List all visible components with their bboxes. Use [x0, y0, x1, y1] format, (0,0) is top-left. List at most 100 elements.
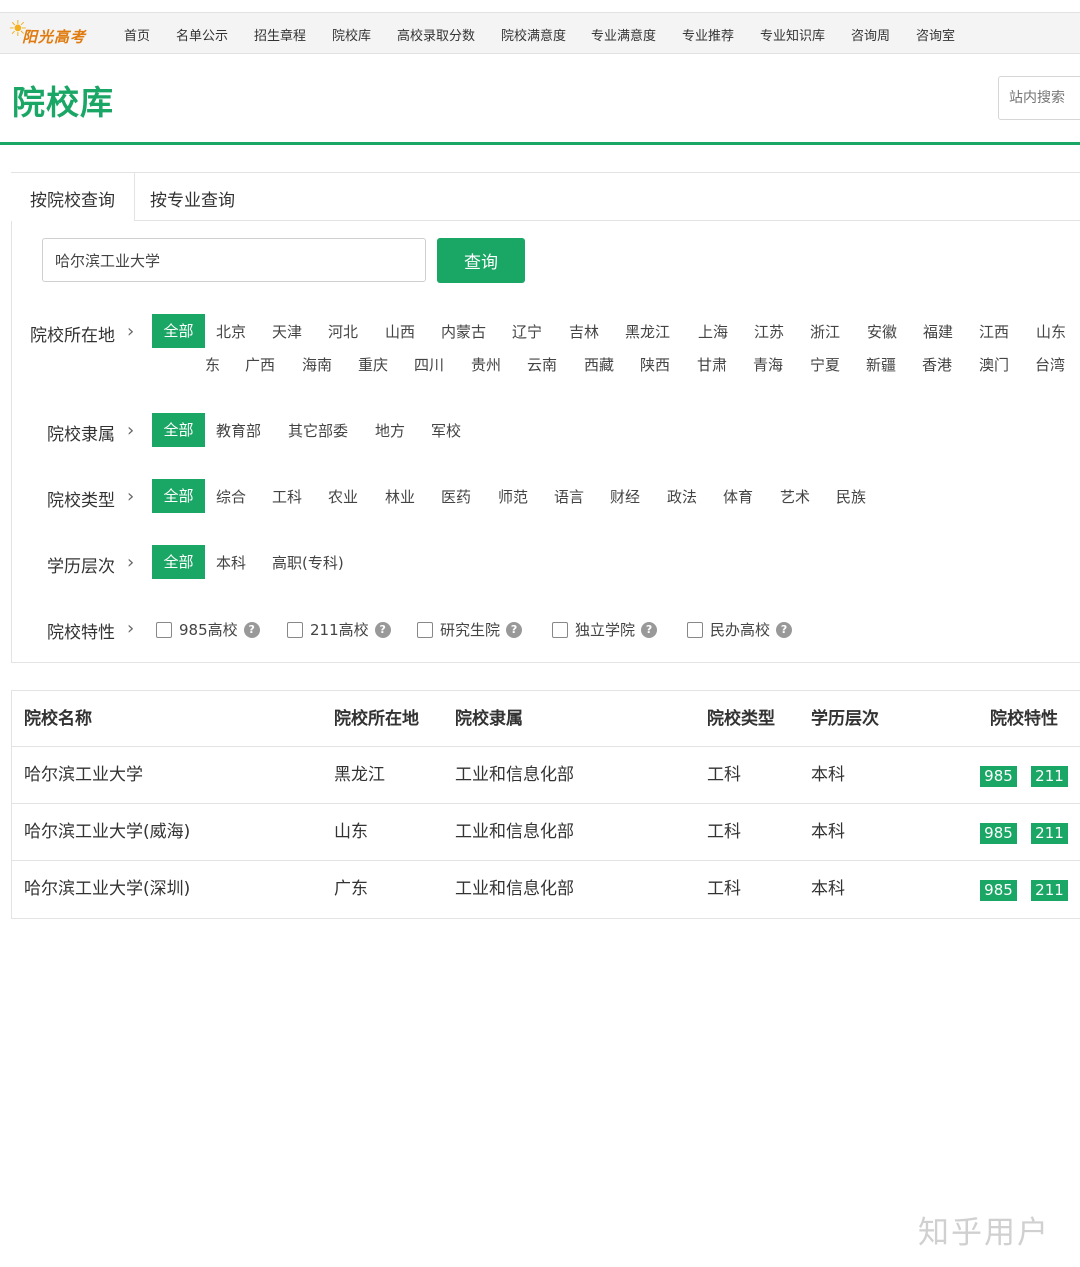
cell-affiliation: 工业和信息化部 [455, 765, 574, 785]
chevron-right-icon: › [127, 618, 135, 639]
type-option-all[interactable]: 全部 [152, 479, 205, 513]
location-option[interactable]: 内蒙古 [441, 321, 486, 342]
help-icon[interactable]: ? [243, 621, 260, 638]
college-name-link[interactable]: 哈尔滨工业大学(深圳) [24, 861, 190, 917]
location-option[interactable]: 安徽 [867, 321, 897, 342]
nav-item-major-knowledge[interactable]: 专业知识库 [760, 25, 825, 44]
location-option[interactable]: 浙江 [810, 321, 840, 342]
checkbox[interactable] [417, 621, 433, 638]
affiliation-option[interactable]: 军校 [431, 420, 461, 441]
help-icon[interactable]: ? [776, 621, 793, 638]
nav-item-major-satisfaction[interactable]: 专业满意度 [591, 25, 656, 44]
table-row[interactable]: 哈尔滨工业大学(深圳) 广东 工业和信息化部 工科 本科 985 211 [12, 861, 1080, 918]
location-option-all[interactable]: 全部 [152, 314, 205, 348]
location-option[interactable]: 黑龙江 [625, 321, 670, 342]
location-option[interactable]: 江西 [979, 321, 1009, 342]
site-logo[interactable]: ☀ 阳光高考 [8, 15, 90, 51]
feature-checkbox-985[interactable]: 985高校 ? [156, 619, 260, 640]
nav-item-list[interactable]: 名单公示 [176, 25, 228, 44]
nav-item-charter[interactable]: 招生章程 [254, 25, 306, 44]
location-option[interactable]: 香港 [922, 354, 952, 375]
filter-label-level: 学历层次 [47, 557, 115, 577]
location-option[interactable]: 吉林 [569, 321, 599, 342]
location-option[interactable]: 西藏 [584, 354, 614, 375]
nav-item-college-satisfaction[interactable]: 院校满意度 [501, 25, 566, 44]
location-option[interactable]: 河北 [328, 321, 358, 342]
type-option[interactable]: 农业 [328, 486, 358, 507]
location-option[interactable]: 台湾 [1035, 354, 1065, 375]
chevron-right-icon: › [127, 420, 135, 441]
help-icon[interactable]: ? [506, 621, 523, 638]
type-option[interactable]: 体育 [723, 486, 753, 507]
top-nav-bar: ☀ 阳光高考 首页 名单公示 招生章程 院校库 高校录取分数 院校满意度 专业满… [0, 12, 1080, 54]
location-option[interactable]: 青海 [753, 354, 783, 375]
type-option[interactable]: 民族 [836, 486, 866, 507]
table-row[interactable]: 哈尔滨工业大学 黑龙江 工业和信息化部 工科 本科 985 211 [12, 747, 1080, 804]
checkbox[interactable] [687, 621, 703, 638]
checkbox[interactable] [156, 621, 172, 638]
nav-item-home[interactable]: 首页 [124, 25, 150, 44]
feature-checkbox-independent[interactable]: 独立学院 ? [552, 619, 658, 640]
location-option[interactable]: 海南 [302, 354, 332, 375]
location-option[interactable]: 甘肃 [697, 354, 727, 375]
level-option[interactable]: 高职(专科) [272, 552, 344, 573]
location-option[interactable]: 山西 [385, 321, 415, 342]
nav-item-consult-room[interactable]: 咨询室 [916, 25, 955, 44]
location-option[interactable]: 东 [205, 354, 220, 375]
location-option[interactable]: 江苏 [754, 321, 784, 342]
col-header-location: 院校所在地 [334, 709, 419, 729]
level-option[interactable]: 本科 [216, 552, 246, 573]
affiliation-option[interactable]: 教育部 [216, 420, 261, 441]
nav-item-colleges[interactable]: 院校库 [332, 25, 371, 44]
table-row[interactable]: 哈尔滨工业大学(威海) 山东 工业和信息化部 工科 本科 985 211 [12, 804, 1080, 861]
type-option[interactable]: 语言 [554, 486, 584, 507]
nav-item-consult-week[interactable]: 咨询周 [851, 25, 890, 44]
location-option[interactable]: 新疆 [866, 354, 896, 375]
site-search-input[interactable] [998, 76, 1080, 120]
location-option[interactable]: 福建 [923, 321, 953, 342]
location-option[interactable]: 天津 [272, 321, 302, 342]
checkbox[interactable] [552, 621, 568, 638]
location-option[interactable]: 山东 [1036, 321, 1066, 342]
nav-item-scores[interactable]: 高校录取分数 [397, 25, 475, 44]
cell-location: 广东 [334, 879, 368, 899]
tab-by-major[interactable]: 按专业查询 [150, 173, 235, 221]
nav-item-major-recommend[interactable]: 专业推荐 [682, 25, 734, 44]
type-option[interactable]: 政法 [667, 486, 697, 507]
location-option[interactable]: 陕西 [640, 354, 670, 375]
affiliation-option[interactable]: 其它部委 [288, 420, 348, 441]
location-option[interactable]: 四川 [414, 354, 444, 375]
college-name-link[interactable]: 哈尔滨工业大学(威海) [24, 804, 190, 860]
location-option[interactable]: 重庆 [358, 354, 388, 375]
type-option[interactable]: 林业 [385, 486, 415, 507]
feature-checkbox-graduate-school[interactable]: 研究生院 ? [417, 619, 523, 640]
location-option[interactable]: 宁夏 [810, 354, 840, 375]
location-option[interactable]: 北京 [216, 321, 246, 342]
location-option[interactable]: 辽宁 [512, 321, 542, 342]
type-option[interactable]: 工科 [272, 486, 302, 507]
feature-checkbox-211[interactable]: 211高校 ? [287, 619, 391, 640]
affiliation-option[interactable]: 地方 [375, 420, 405, 441]
location-option[interactable]: 广西 [245, 354, 275, 375]
type-option[interactable]: 医药 [441, 486, 471, 507]
type-option[interactable]: 艺术 [780, 486, 810, 507]
location-option[interactable]: 澳门 [979, 354, 1009, 375]
affiliation-option-all[interactable]: 全部 [152, 413, 205, 447]
college-search-input[interactable] [42, 238, 426, 282]
location-option[interactable]: 云南 [527, 354, 557, 375]
cell-level: 本科 [811, 822, 845, 842]
help-icon[interactable]: ? [641, 621, 658, 638]
tab-by-college[interactable]: 按院校查询 [11, 173, 135, 221]
type-option[interactable]: 师范 [498, 486, 528, 507]
location-option[interactable]: 贵州 [471, 354, 501, 375]
college-name-link[interactable]: 哈尔滨工业大学 [24, 747, 143, 803]
feature-checkbox-private[interactable]: 民办高校 ? [687, 619, 793, 640]
type-option[interactable]: 综合 [216, 486, 246, 507]
help-icon[interactable]: ? [374, 621, 391, 638]
type-option[interactable]: 财经 [610, 486, 640, 507]
level-option-all[interactable]: 全部 [152, 545, 205, 579]
query-button[interactable]: 查询 [437, 238, 525, 283]
location-option[interactable]: 上海 [698, 321, 728, 342]
page-title: 院校库 [12, 83, 114, 122]
checkbox[interactable] [287, 621, 303, 638]
